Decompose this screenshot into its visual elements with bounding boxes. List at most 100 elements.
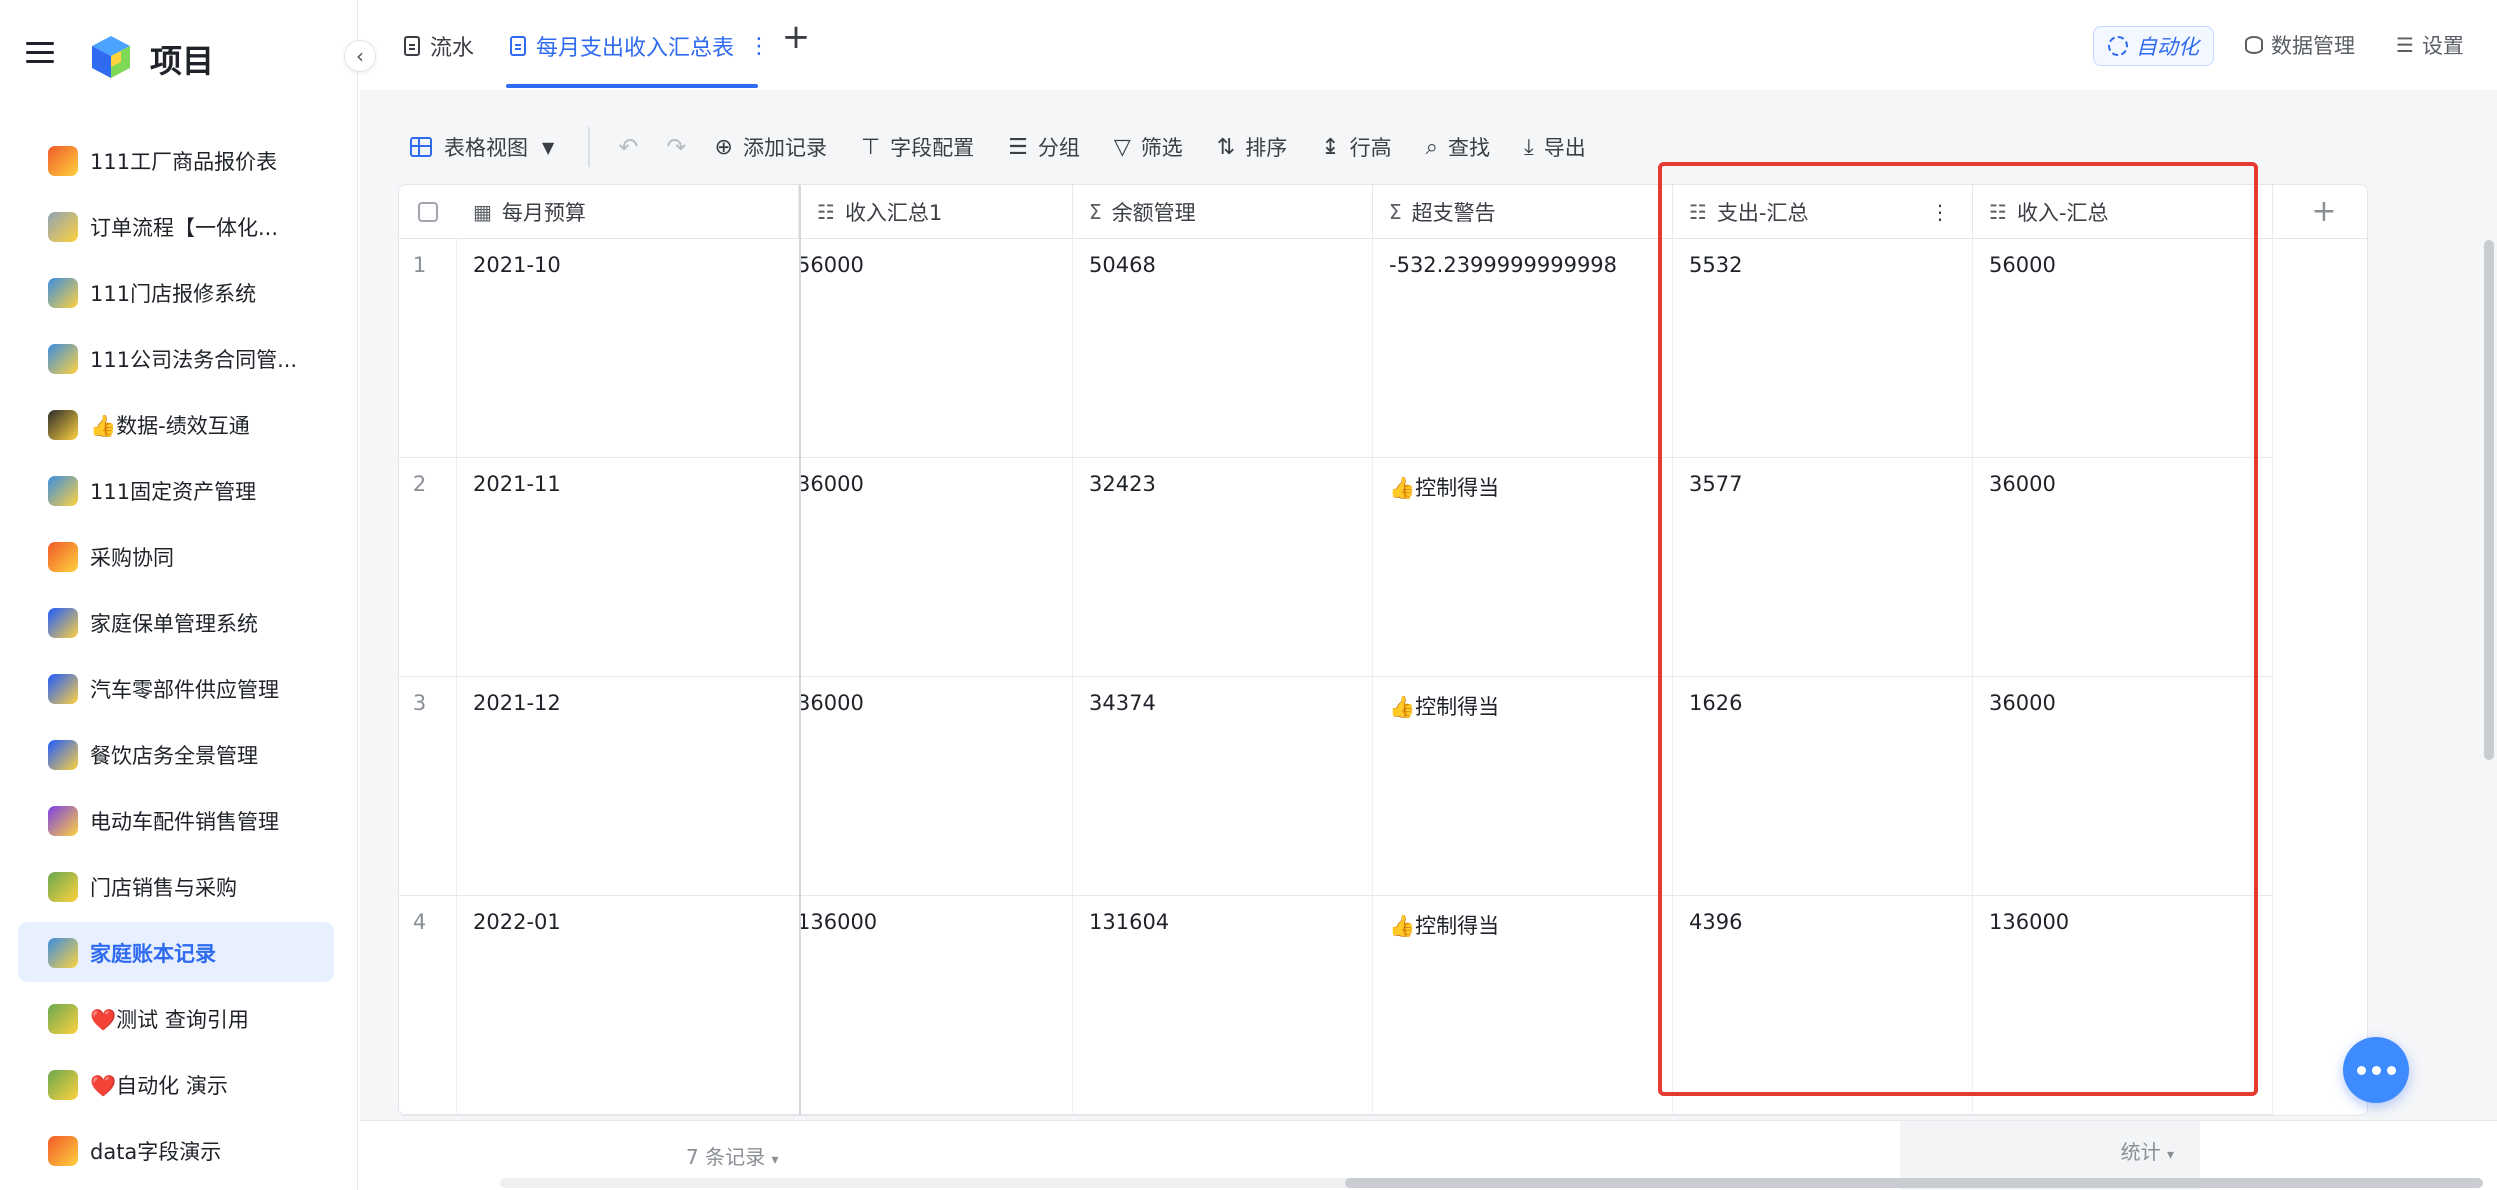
cell-warning[interactable]: -532.2399999999998 <box>1373 239 1673 458</box>
row-height-button[interactable]: ↨ 行高 <box>1321 132 1391 162</box>
orange-flower-icon <box>48 542 78 572</box>
highlight-box <box>1658 162 2258 1096</box>
sidebar-item[interactable]: 餐饮店务全景管理 <box>18 724 334 784</box>
caret-down-icon: ▾ <box>771 1152 779 1168</box>
select-all-cell <box>399 185 457 239</box>
cell-balance[interactable]: 34374 <box>1073 677 1373 896</box>
cell-warning[interactable]: 👍控制得当 <box>1373 458 1673 677</box>
cell-income-sum1[interactable]: 56000 <box>801 239 1073 458</box>
cell-warning[interactable]: 👍控制得当 <box>1373 677 1673 896</box>
column-header-warning[interactable]: Σ 超支警告 <box>1373 185 1673 239</box>
row-height-icon: ↨ <box>1321 134 1340 160</box>
column-header-balance[interactable]: Σ 余额管理 <box>1073 185 1373 239</box>
landscape-sun-icon <box>48 872 78 902</box>
blue-landscape-icon <box>48 938 78 968</box>
column-label: 余额管理 <box>1111 201 1196 225</box>
cell-income-sum1[interactable]: 136000 <box>801 896 1073 1115</box>
filter-button[interactable]: ▽ 筛选 <box>1114 132 1183 162</box>
sidebar-item[interactable]: 汽车零部件供应管理 <box>18 658 334 718</box>
collapse-sidebar-button[interactable]: ‹ <box>344 40 376 72</box>
cell-balance[interactable]: 32423 <box>1073 458 1373 677</box>
sidebar-item[interactable]: 订单流程【一体化... <box>18 196 334 256</box>
cell-month[interactable]: 2021-12 <box>457 677 801 896</box>
cell-num[interactable]: 1 <box>399 239 457 458</box>
cell-month[interactable]: 2021-11 <box>457 458 801 677</box>
toolbar-divider <box>588 127 591 167</box>
more-vertical-icon[interactable]: ⋮ <box>748 34 770 59</box>
sidebar-item[interactable]: 111公司法务合同管... <box>18 328 334 388</box>
group-button[interactable]: ☰ 分组 <box>1008 132 1080 162</box>
add-record-label: 添加记录 <box>742 136 827 160</box>
field-config-button[interactable]: ⊤ 字段配置 <box>861 132 974 162</box>
row-height-label: 行高 <box>1349 136 1392 160</box>
add-tab-button[interactable]: + <box>780 20 812 54</box>
landscape-sun-icon <box>48 1070 78 1100</box>
sidebar-item[interactable]: 采购协同 <box>18 526 334 586</box>
sidebar-item[interactable]: 111门店报修系统 <box>18 262 334 322</box>
sidebar-item[interactable]: 门店销售与采购 <box>18 856 334 916</box>
sidebar-item[interactable]: data字段演示 <box>18 1120 334 1180</box>
cell-num[interactable]: 2 <box>399 458 457 677</box>
undo-icon[interactable]: ↶ <box>618 133 638 161</box>
column-label: 超支警告 <box>1411 201 1496 225</box>
tab-monthly-summary[interactable]: 每月支出收入汇总表 ⋮ <box>510 30 770 62</box>
sidebar-item-label: 汽车零部件供应管理 <box>90 678 279 702</box>
sort-button[interactable]: ⇅ 排序 <box>1217 132 1287 162</box>
sidebar-item-label: 111公司法务合同管... <box>90 348 298 372</box>
add-record-button[interactable]: ⊕ 添加记录 <box>715 132 827 162</box>
column-header-income-sum1[interactable]: ☷ 收入汇总1 <box>801 185 1073 239</box>
cell-num[interactable]: 4 <box>399 896 457 1115</box>
record-count-label: 7 条记录 <box>686 1145 766 1169</box>
automation-label: 自动化 <box>2136 35 2199 59</box>
document-icon <box>510 36 526 56</box>
view-switcher[interactable]: 表格视图 ▼ <box>410 132 554 162</box>
sidebar-header: 项目 <box>0 0 358 104</box>
sidebar-item-label: 门店销售与采购 <box>90 876 237 900</box>
tab-flow[interactable]: 流水 <box>404 30 474 62</box>
add-column-button[interactable]: + <box>2289 185 2359 239</box>
cell-month[interactable]: 2021-10 <box>457 239 801 458</box>
sidebar-item[interactable]: 电动车配件销售管理 <box>18 790 334 850</box>
settings-button[interactable]: ☰ 设置 <box>2396 30 2464 60</box>
more-actions-button[interactable] <box>2343 1037 2409 1103</box>
vertical-scroll-thumb[interactable] <box>2484 240 2494 760</box>
redo-icon[interactable]: ↷ <box>666 133 686 161</box>
sidebar-item[interactable]: ❤️自动化 演示 <box>18 1054 334 1114</box>
cell-balance[interactable]: 131604 <box>1073 896 1373 1115</box>
column-header-month[interactable]: ▦ 每月预算 <box>457 185 799 239</box>
record-count[interactable]: 7 条记录 ▾ <box>686 1141 778 1170</box>
sidebar-item[interactable]: ❤️测试 查询引用 <box>18 988 334 1048</box>
horizontal-scroll-thumb[interactable] <box>1345 1178 2483 1188</box>
find-button[interactable]: ⌕ 查找 <box>1426 132 1490 162</box>
cell-warning[interactable]: 👍控制得当 <box>1373 896 1673 1115</box>
automation-button[interactable]: 自动化 <box>2093 26 2214 66</box>
sort-label: 排序 <box>1245 136 1288 160</box>
cell-income-sum1[interactable]: 36000 <box>801 458 1073 677</box>
export-label: 导出 <box>1543 136 1586 160</box>
sidebar-item-label: ❤️测试 查询引用 <box>90 1008 249 1032</box>
cell-month[interactable]: 2022-01 <box>457 896 801 1115</box>
sigma-icon: Σ <box>1389 200 1402 224</box>
cell-num[interactable]: 3 <box>399 677 457 896</box>
search-icon: ⌕ <box>1425 134 1438 160</box>
plus-circle-icon: ⊕ <box>714 134 733 160</box>
sigma-icon: Σ <box>1089 200 1102 224</box>
sidebar-item[interactable]: 👍数据-绩效互通 <box>18 394 334 454</box>
data-management-button[interactable]: 数据管理 <box>2245 30 2355 60</box>
sidebar-item[interactable]: 家庭账本记录 <box>18 922 334 982</box>
sidebar-item[interactable]: 家庭保单管理系统 <box>18 592 334 652</box>
blue-landscape-icon <box>48 476 78 506</box>
orange-flower-icon <box>48 1136 78 1166</box>
horizontal-scrollbar[interactable] <box>500 1178 2483 1188</box>
sidebar-item[interactable]: 111工厂商品报价表 <box>18 130 334 190</box>
menu-icon[interactable] <box>26 42 54 66</box>
view-label: 表格视图 <box>444 136 528 160</box>
export-button[interactable]: ⤓ 导出 <box>1524 132 1586 162</box>
cell-balance[interactable]: 50468 <box>1073 239 1373 458</box>
list-icon: ☰ <box>1008 134 1028 160</box>
select-all-checkbox[interactable] <box>418 202 438 222</box>
dot-icon <box>2386 1065 2396 1075</box>
cell-income-sum1[interactable]: 36000 <box>801 677 1073 896</box>
sidebar-item[interactable]: 111固定资产管理 <box>18 460 334 520</box>
lookup-icon: ☷ <box>817 200 835 224</box>
